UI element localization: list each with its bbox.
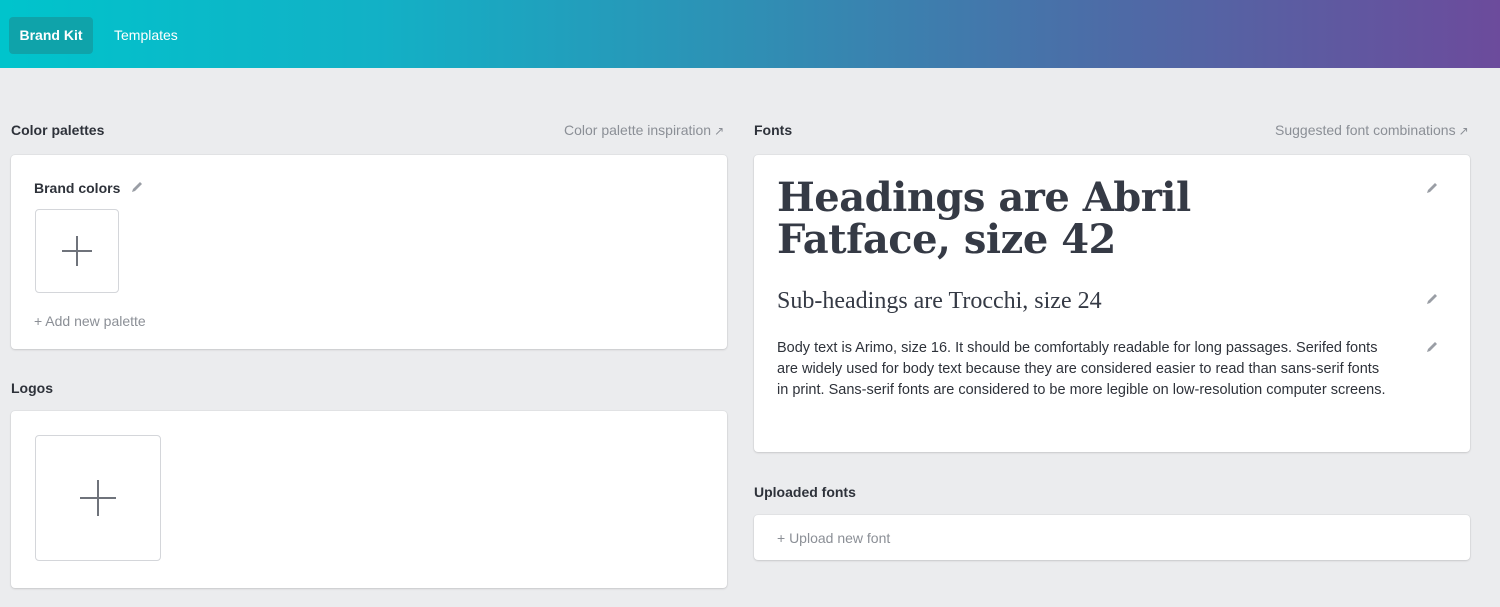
fonts-card: Headings are Abril Fatface, size 42 Sub-… (754, 155, 1470, 452)
external-arrow-icon: ↗ (714, 124, 725, 138)
color-palette-inspiration-link[interactable]: Color palette inspiration ↗ (564, 122, 724, 138)
nav-brand-kit[interactable]: Brand Kit (9, 17, 93, 54)
pencil-icon[interactable] (1424, 291, 1440, 307)
suggested-font-combinations-link[interactable]: Suggested font combinations ↗ (1275, 122, 1469, 138)
external-arrow-icon: ↗ (1458, 124, 1469, 138)
color-palette-inspiration-label: Color palette inspiration (564, 122, 712, 138)
fonts-title: Fonts (754, 122, 793, 138)
logos-card (11, 411, 727, 588)
subheading-font-sample[interactable]: Sub-headings are Trocchi, size 24 (777, 287, 1377, 315)
add-brand-color-button[interactable] (35, 209, 119, 293)
pencil-icon[interactable] (1424, 339, 1440, 355)
color-palettes-card: Brand colors + Add new palette (11, 155, 727, 349)
pencil-icon[interactable] (1424, 180, 1440, 196)
add-new-palette-link[interactable]: + Add new palette (34, 313, 146, 329)
brand-colors-label: Brand colors (34, 180, 121, 196)
suggested-font-combinations-label: Suggested font combinations (1275, 122, 1456, 138)
add-logo-button[interactable] (35, 435, 161, 561)
color-palettes-title: Color palettes (11, 122, 105, 138)
heading-font-sample[interactable]: Headings are Abril Fatface, size 42 (777, 177, 1377, 261)
uploaded-fonts-card: + Upload new font (754, 515, 1470, 560)
top-bar: Brand Kit Templates (0, 0, 1500, 68)
logos-title: Logos (11, 380, 53, 396)
pencil-icon[interactable] (129, 179, 145, 195)
body-font-sample[interactable]: Body text is Arimo, size 16. It should b… (777, 338, 1389, 401)
uploaded-fonts-title: Uploaded fonts (754, 484, 856, 500)
nav-templates[interactable]: Templates (104, 17, 188, 54)
upload-new-font-link[interactable]: + Upload new font (777, 530, 890, 546)
